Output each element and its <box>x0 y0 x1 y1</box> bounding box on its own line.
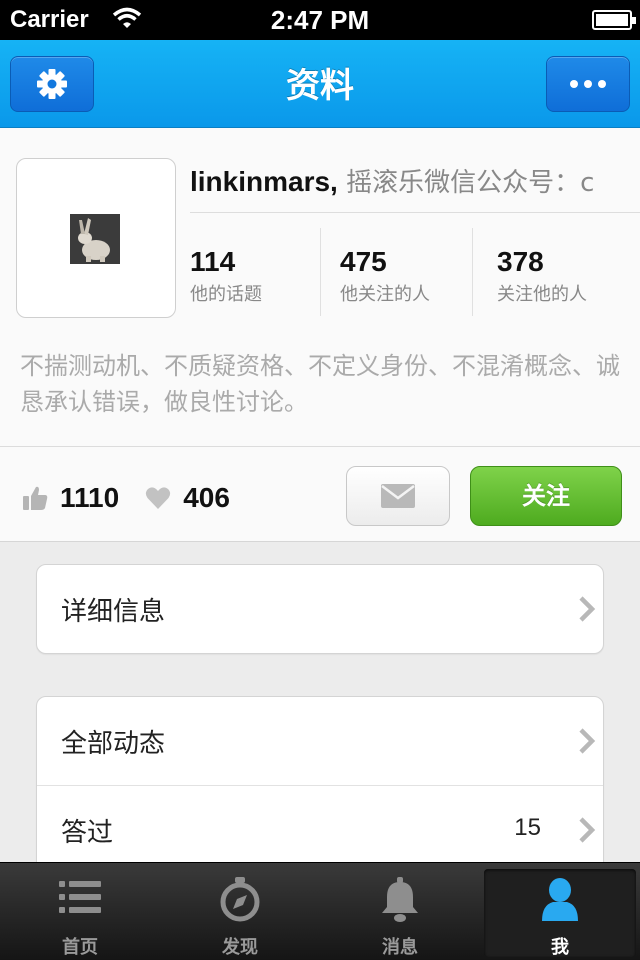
stat-followers-value: 378 <box>497 246 544 277</box>
tab-discover-label: 发现 <box>222 937 258 958</box>
stat-followers[interactable]: 378 关注他的人 <box>497 246 587 306</box>
tab-home[interactable]: 首页 <box>0 863 160 960</box>
tab-bar: 首页 发现 消息 我 <box>0 862 640 960</box>
bell-icon <box>382 877 418 922</box>
stat-following-label: 他关注的人 <box>340 284 430 305</box>
username[interactable]: linkinmars, <box>190 166 338 197</box>
signature-text: 不揣测动机、不质疑资格、不定义身份、不混淆概念、诚恳承认错误，做良性讨论。 <box>20 352 620 416</box>
chevron-right-icon <box>579 596 596 622</box>
clock: 2:47 PM <box>270 5 370 35</box>
stat-topics-label: 他的话题 <box>190 284 262 305</box>
stat-followers-label: 关注他的人 <box>497 284 587 305</box>
user-icon <box>542 878 578 921</box>
battery-icon <box>592 10 636 30</box>
navigation-bar: 资料 <box>0 40 640 128</box>
answered-row[interactable]: 答过 15 <box>37 785 603 873</box>
stat-divider <box>472 228 473 316</box>
detail-card: 详细信息 <box>36 564 604 654</box>
name-line: linkinmars, 摇滚乐微信公众号：c <box>190 162 630 199</box>
more-button[interactable] <box>546 56 630 112</box>
compass-icon <box>220 877 260 922</box>
chevron-right-icon <box>579 817 596 843</box>
detail-info-row[interactable]: 详细信息 <box>37 565 603 653</box>
envelope-icon <box>381 484 415 508</box>
bio-text: 摇滚乐微信公众号：c <box>337 168 595 198</box>
tab-messages-label: 消息 <box>382 937 418 958</box>
favorites-count: 406 <box>183 482 230 513</box>
avatar-image <box>70 214 120 264</box>
likes-count: 1110 <box>60 482 120 513</box>
answered-label: 答过 <box>61 818 114 848</box>
all-activity-label: 全部动态 <box>61 729 166 759</box>
stat-divider <box>320 228 321 316</box>
stat-topics-value: 114 <box>190 246 236 277</box>
page-title: 资料 <box>286 66 354 106</box>
divider <box>0 446 640 447</box>
tab-me[interactable]: 我 <box>480 863 640 960</box>
more-icon <box>570 80 606 88</box>
stat-following[interactable]: 475 他关注的人 <box>340 246 430 306</box>
list-icon <box>59 881 101 913</box>
tab-home-label: 首页 <box>62 937 98 958</box>
tab-discover[interactable]: 发现 <box>160 863 320 960</box>
chevron-right-icon <box>579 728 596 754</box>
status-bar: Carrier 2:47 PM <box>0 0 640 40</box>
reaction-counts: 1110 406 <box>22 480 256 516</box>
all-activity-row[interactable]: 全部动态 <box>37 697 603 785</box>
thumbs-up-icon <box>23 486 48 510</box>
profile-panel: linkinmars, 摇滚乐微信公众号：c 114 他的话题 475 他关注的… <box>0 128 640 542</box>
divider <box>190 212 640 213</box>
follow-button[interactable]: 关注 <box>470 466 622 526</box>
message-button[interactable] <box>346 466 450 526</box>
avatar[interactable] <box>16 158 176 318</box>
tab-messages[interactable]: 消息 <box>320 863 480 960</box>
stat-topics[interactable]: 114 他的话题 <box>190 246 262 306</box>
tab-me-label: 我 <box>551 937 569 958</box>
heart-icon <box>146 487 171 509</box>
activity-card: 全部动态 答过 15 <box>36 696 604 886</box>
detail-info-label: 详细信息 <box>61 597 166 627</box>
answered-count: 15 <box>514 814 541 841</box>
stat-following-value: 475 <box>340 246 387 277</box>
